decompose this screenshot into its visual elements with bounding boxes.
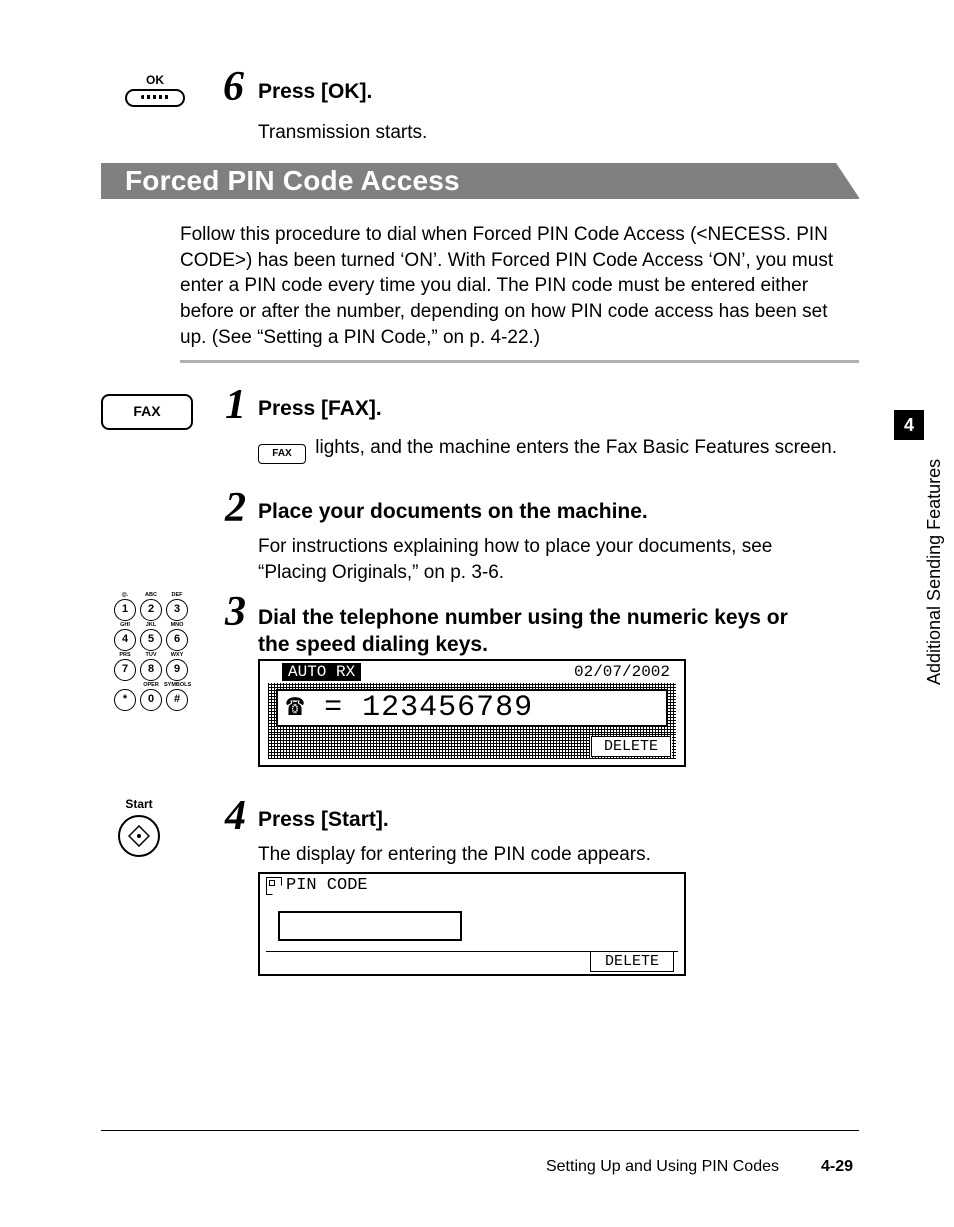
document-icon <box>266 877 282 895</box>
start-key-icon: Start <box>118 797 160 857</box>
keypad-key: PRS7 <box>112 652 138 681</box>
lcd-mode-label: AUTO RX <box>282 663 361 681</box>
lcd-display-pin: PIN CODE DELETE <box>258 872 686 976</box>
chapter-side-label: Additional Sending Features <box>924 655 945 685</box>
lcd-delete-softkey: DELETE <box>591 736 671 757</box>
lcd-dialed-number: ☎ = 123456789 <box>276 689 668 727</box>
keypad-key: SYMBOLS# <box>164 682 190 711</box>
keypad-key: OPER0 <box>138 682 164 711</box>
step-4-number: 4 <box>225 795 246 837</box>
step-1-number: 1 <box>225 384 246 426</box>
chapter-thumb-tab: 4 <box>894 410 924 440</box>
footer-page-number: 4-29 <box>821 1158 853 1176</box>
lcd-display-dial: AUTO RX 02/07/2002 ☎ = 123456789 DELETE <box>258 659 686 767</box>
step-1-body: FAX lights, and the machine enters the F… <box>258 435 838 464</box>
fax-key-icon: FAX <box>101 394 193 430</box>
lcd-pin-title: PIN CODE <box>286 876 368 895</box>
footer-section-title: Setting Up and Using PIN Codes <box>546 1158 779 1176</box>
step-2-body: For instructions explaining how to place… <box>258 534 838 585</box>
keypad-key: JKL5 <box>138 622 164 651</box>
numeric-keypad-icon: @.1ABC2DEF3 GHI4JKL5MNO6 PRS7TUV8WXY9 *OPER… <box>112 592 190 712</box>
keypad-key: TUV8 <box>138 652 164 681</box>
step-1-body-text: lights, and the machine enters the Fax B… <box>310 437 837 458</box>
step-1-title: Press [FAX]. <box>258 397 382 421</box>
step-3-title: Dial the telephone number using the nume… <box>258 604 818 659</box>
footer-rule <box>101 1130 859 1131</box>
step-2-title: Place your documents on the machine. <box>258 500 648 524</box>
step-4-title: Press [Start]. <box>258 808 389 832</box>
lcd-hatched-area: ☎ = 123456789 <box>268 683 676 733</box>
start-diamond-icon <box>128 825 150 847</box>
ok-key-label: OK <box>123 73 187 87</box>
fax-key-label: FAX <box>103 396 191 426</box>
step-6-body: Transmission starts. <box>258 120 427 146</box>
keypad-key: WXY9 <box>164 652 190 681</box>
lcd-pin-input-box <box>278 911 462 941</box>
lcd-date-label: 02/07/2002 <box>574 663 670 681</box>
step-6-title: Press [OK]. <box>258 80 372 104</box>
keypad-key: * <box>112 682 138 711</box>
ok-key-icon: OK <box>123 73 187 107</box>
keypad-key: DEF3 <box>164 592 190 621</box>
keypad-key: GHI4 <box>112 622 138 651</box>
ok-key-shape <box>125 89 185 107</box>
step-6-number: 6 <box>223 66 244 108</box>
keypad-key: MNO6 <box>164 622 190 651</box>
section-intro-paragraph: Follow this procedure to dial when Force… <box>180 222 845 350</box>
horizontal-divider <box>180 360 859 363</box>
lcd-pin-delete-softkey: DELETE <box>590 952 674 972</box>
fax-inline-icon: FAX <box>258 444 306 464</box>
section-banner-title: Forced PIN Code Access <box>125 165 460 197</box>
step-3-number: 3 <box>225 591 246 633</box>
keypad-key: @.1 <box>112 592 138 621</box>
step-4-body: The display for entering the PIN code ap… <box>258 842 651 868</box>
start-key-label: Start <box>118 797 160 811</box>
step-2-number: 2 <box>225 487 246 529</box>
start-key-circle <box>118 815 160 857</box>
keypad-key: ABC2 <box>138 592 164 621</box>
